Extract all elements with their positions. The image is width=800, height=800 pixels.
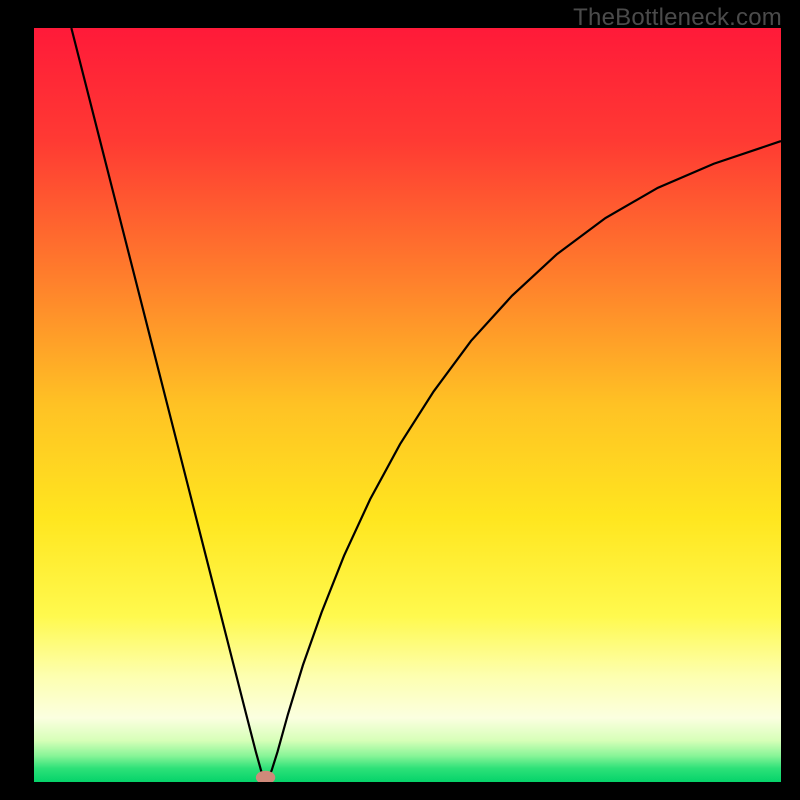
chart-frame: [34, 28, 781, 782]
chart-svg: [34, 28, 781, 782]
gradient-background: [34, 28, 781, 782]
